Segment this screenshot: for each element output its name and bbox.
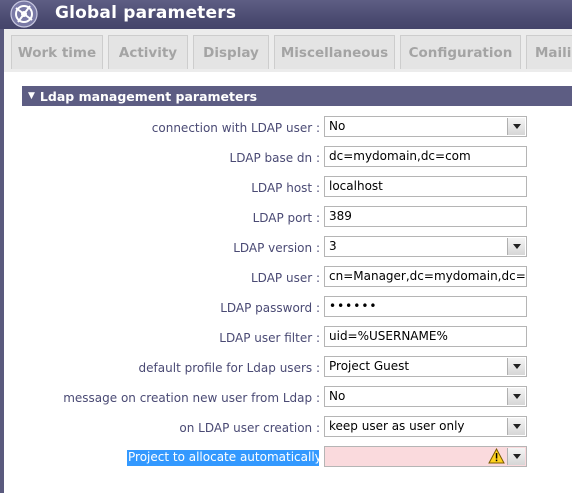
collapse-arrow-icon[interactable]: ▼ bbox=[28, 91, 35, 101]
port-input[interactable]: 389 bbox=[324, 206, 527, 227]
user-input[interactable]: cn=Manager,dc=mydomain,dc=com bbox=[324, 266, 527, 287]
password-input[interactable]: •••••• bbox=[324, 296, 527, 317]
on-creation-value: keep user as user only bbox=[329, 419, 465, 433]
user-filter-input[interactable]: uid=%USERNAME% bbox=[324, 326, 527, 347]
version-select[interactable]: 3 bbox=[324, 236, 527, 257]
label-connection: connection with LDAP user : bbox=[151, 121, 320, 135]
chevron-down-icon[interactable] bbox=[507, 448, 525, 465]
warning-icon bbox=[488, 448, 505, 464]
label-default-profile: default profile for Ldap users : bbox=[138, 361, 320, 375]
app-logo-icon bbox=[10, 0, 38, 28]
tab-work-time[interactable]: Work time bbox=[11, 35, 103, 69]
tab-activity[interactable]: Activity bbox=[108, 35, 188, 69]
default-profile-value: Project Guest bbox=[329, 359, 410, 373]
section-title: Ldap management parameters bbox=[39, 88, 258, 104]
version-value: 3 bbox=[329, 239, 337, 253]
label-user-filter: LDAP user filter : bbox=[219, 331, 320, 345]
message-creation-value: No bbox=[329, 389, 346, 403]
tab-display[interactable]: Display bbox=[193, 35, 269, 69]
tab-miscellaneous[interactable]: Miscellaneous bbox=[274, 35, 395, 69]
base-dn-input[interactable]: dc=mydomain,dc=com bbox=[324, 146, 527, 167]
section-header[interactable]: ▼ Ldap management parameters bbox=[22, 86, 572, 106]
connection-value: No bbox=[329, 119, 346, 133]
host-input[interactable]: localhost bbox=[324, 176, 527, 197]
tab-configuration[interactable]: Configuration bbox=[400, 35, 521, 69]
connection-select[interactable]: No bbox=[324, 116, 527, 137]
chevron-down-icon[interactable] bbox=[507, 358, 525, 375]
label-on-creation: on LDAP user creation : bbox=[179, 421, 320, 435]
label-version: LDAP version : bbox=[233, 241, 320, 255]
label-user: LDAP user : bbox=[250, 271, 320, 285]
default-profile-select[interactable]: Project Guest bbox=[324, 356, 527, 377]
label-base-dn: LDAP base dn : bbox=[229, 151, 320, 165]
label-host: LDAP host : bbox=[251, 181, 320, 195]
on-creation-select[interactable]: keep user as user only bbox=[324, 416, 527, 437]
label-port: LDAP port : bbox=[252, 211, 320, 225]
project-allocate-select[interactable] bbox=[324, 446, 527, 467]
label-project-allocate: Project to allocate automatically : bbox=[127, 450, 319, 466]
chevron-down-icon[interactable] bbox=[507, 388, 525, 405]
chevron-down-icon[interactable] bbox=[507, 118, 525, 135]
chevron-down-icon[interactable] bbox=[507, 238, 525, 255]
title-bar: Global parameters bbox=[0, 0, 572, 29]
chevron-down-icon[interactable] bbox=[507, 418, 525, 435]
message-creation-select[interactable]: No bbox=[324, 386, 527, 407]
label-message-creation: message on creation new user from Ldap : bbox=[63, 391, 320, 405]
tab-mailing[interactable]: Maili bbox=[526, 35, 572, 69]
label-password: LDAP password : bbox=[220, 301, 320, 315]
tab-bar: Work time Activity Display Miscellaneous… bbox=[4, 29, 572, 73]
page-title: Global parameters bbox=[55, 3, 237, 23]
